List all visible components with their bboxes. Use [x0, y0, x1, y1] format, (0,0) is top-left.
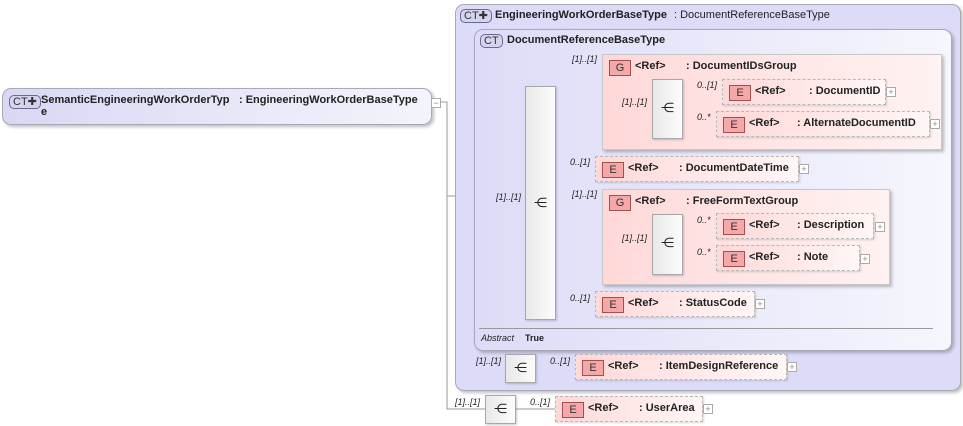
abstract-value: True: [525, 333, 545, 343]
multiplicity: 0..[1]: [550, 356, 571, 366]
multiplicity: [1]..[1]: [622, 233, 648, 243]
multiplicity: [1]..[1]: [572, 189, 598, 199]
element-alternate-document-id[interactable]: E <Ref> : AlternateDocumentID: [716, 111, 930, 137]
ref-label: <Ref>: [628, 162, 659, 174]
expand-button[interactable]: +: [787, 362, 797, 372]
multiplicity: 0..*: [697, 215, 711, 225]
expand-button[interactable]: +: [703, 404, 713, 414]
expand-button[interactable]: +: [875, 222, 885, 232]
element-document-date-time[interactable]: E <Ref> : DocumentDateTime: [595, 156, 799, 182]
sequence-icon: ⋲: [494, 401, 507, 416]
sequence-compositor[interactable]: ⋲: [505, 354, 536, 383]
element-icon: E: [562, 402, 584, 418]
expand-button[interactable]: +: [886, 87, 896, 97]
root-base-type: : EngineeringWorkOrderBaseType: [239, 94, 418, 106]
base-type-extends: : DocumentReferenceBaseType: [674, 9, 830, 21]
element-document-id[interactable]: E <Ref> : DocumentID: [722, 79, 886, 105]
element-name: : ItemDesignReference: [659, 360, 779, 372]
multiplicity: [1]..[1]: [622, 97, 648, 107]
ref-label: <Ref>: [755, 85, 786, 97]
element-note[interactable]: E <Ref> : Note: [716, 245, 860, 271]
element-item-design-reference[interactable]: E <Ref> : ItemDesignReference: [575, 354, 787, 380]
element-icon: E: [723, 219, 745, 235]
expand-button[interactable]: +: [755, 299, 765, 309]
element-name: : DocumentDateTime: [679, 162, 789, 174]
sequence-icon: ⋲: [534, 195, 547, 210]
base-type-name: EngineeringWorkOrderBaseType: [495, 9, 667, 21]
element-name: : AlternateDocumentID: [797, 117, 916, 129]
root-complex-type[interactable]: CT✚ SemanticEngineeringWorkOrderTyp e : …: [2, 88, 432, 125]
multiplicity: 0..[1]: [570, 157, 591, 167]
ref-label: <Ref>: [635, 60, 666, 72]
element-status-code[interactable]: E <Ref> : StatusCode: [595, 291, 755, 317]
multiplicity: [1]..[1]: [476, 356, 502, 366]
docref-type-name: DocumentReferenceBaseType: [507, 34, 666, 46]
complex-type-icon: CT✚: [460, 9, 492, 23]
sequence-compositor[interactable]: ⋲: [652, 79, 683, 139]
element-icon: E: [723, 251, 745, 267]
multiplicity: [1]..[1]: [455, 397, 481, 407]
group-name: : DocumentIDsGroup: [686, 60, 797, 72]
element-name: : Description: [797, 219, 865, 231]
sequence-compositor[interactable]: ⋲: [652, 214, 683, 275]
sequence-compositor[interactable]: ⋲: [485, 395, 516, 424]
element-icon: E: [602, 162, 624, 178]
complex-type-icon: CT: [480, 34, 503, 48]
element-name: : DocumentID: [809, 85, 881, 97]
element-name: : StatusCode: [679, 297, 747, 309]
element-icon: E: [723, 117, 745, 133]
element-icon: E: [729, 85, 751, 101]
element-icon: E: [582, 360, 604, 376]
multiplicity: 0..[1]: [530, 397, 551, 407]
sequence-icon: ⋲: [514, 360, 527, 375]
element-name: : UserArea: [639, 402, 695, 414]
root-type-name: SemanticEngineeringWorkOrderTyp: [41, 94, 230, 106]
divider: [479, 328, 933, 329]
expand-button[interactable]: +: [799, 164, 809, 174]
sequence-icon: ⋲: [661, 100, 674, 115]
element-description[interactable]: E <Ref> : Description: [716, 213, 874, 239]
multiplicity: 0..[1]: [697, 80, 718, 90]
expand-button[interactable]: +: [860, 254, 870, 264]
complex-type-icon: CT✚: [9, 95, 41, 109]
ref-label: <Ref>: [749, 117, 780, 129]
multiplicity: 0..*: [697, 112, 711, 122]
ref-label: <Ref>: [749, 251, 780, 263]
group-icon: G: [609, 195, 631, 211]
multiplicity: [1]..[1]: [496, 192, 522, 202]
abstract-label: Abstract: [481, 333, 515, 343]
expand-button[interactable]: +: [930, 119, 940, 129]
ref-label: <Ref>: [608, 360, 639, 372]
multiplicity: 0..*: [697, 247, 711, 257]
group-name: : FreeFormTextGroup: [686, 195, 799, 207]
group-icon: G: [609, 60, 631, 76]
multiplicity: [1]..[1]: [572, 54, 598, 64]
root-type-name-wrap: e: [41, 106, 48, 118]
ref-label: <Ref>: [635, 195, 666, 207]
multiplicity: 0..[1]: [570, 293, 591, 303]
element-icon: E: [602, 297, 624, 313]
collapse-toggle[interactable]: −: [431, 98, 441, 108]
element-user-area[interactable]: E <Ref> : UserArea: [555, 396, 703, 422]
ref-label: <Ref>: [749, 219, 780, 231]
element-name: : Note: [797, 251, 829, 263]
sequence-compositor[interactable]: ⋲: [525, 86, 556, 320]
ref-label: <Ref>: [628, 297, 659, 309]
ref-label: <Ref>: [588, 402, 619, 414]
sequence-icon: ⋲: [661, 235, 674, 250]
